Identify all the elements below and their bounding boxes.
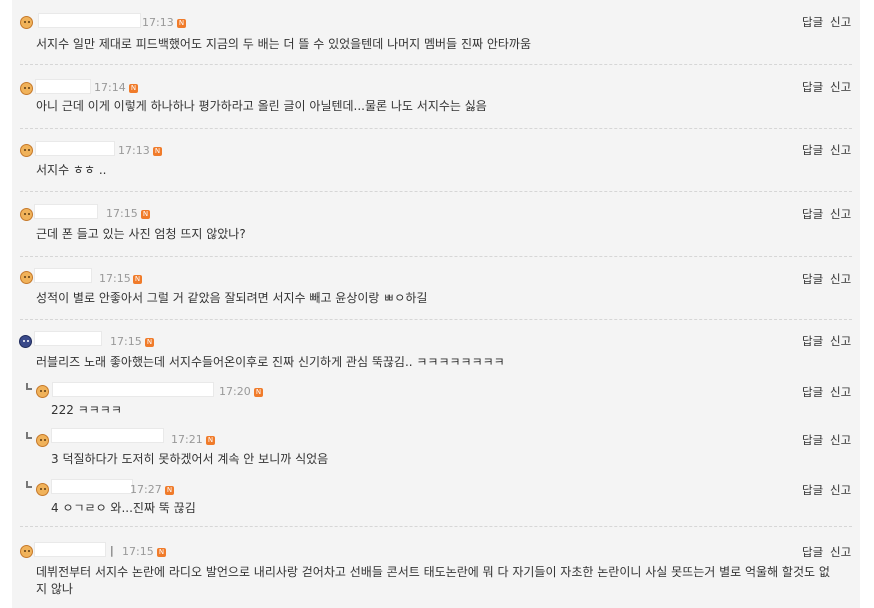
reply-button[interactable]: 답글: [802, 334, 823, 348]
comment-item: 17:15 N 답글 신고 러블리즈 노래 좋아했는데 서지수들어온이후로 진짜…: [12, 319, 860, 377]
author-name[interactable]: [35, 79, 91, 94]
reply-button[interactable]: 답글: [802, 272, 823, 286]
police-icon: [19, 335, 32, 348]
new-badge: N: [133, 275, 142, 284]
comment-text: 서지수 ㅎㅎ ..: [36, 163, 107, 177]
comment-text: 러블리즈 노래 좋아했는데 서지수들어온이후로 진짜 신기하게 관심 뚝끊김..…: [36, 355, 505, 369]
comment-time: 17:13: [118, 144, 150, 157]
boy-icon: [36, 385, 49, 398]
reply-item: 17:27 N 답글 신고 4 ㅇㄱㄹㅇ 와...진짜 뚝 끊김: [12, 475, 860, 526]
reply-arrow-icon: [26, 383, 32, 390]
reply-button[interactable]: 답글: [802, 143, 823, 157]
report-button[interactable]: 신고: [830, 483, 851, 497]
reply-button[interactable]: 답글: [802, 15, 823, 29]
report-button[interactable]: 신고: [830, 272, 851, 286]
report-button[interactable]: 신고: [830, 334, 851, 348]
comment-list: 17:13 N 답글 신고 서지수 일만 제대로 피드백했어도 지금의 두 배는…: [12, 0, 860, 608]
comment-time: 17:15: [99, 272, 131, 285]
report-button[interactable]: 신고: [830, 433, 851, 447]
new-badge: N: [157, 548, 166, 557]
report-button[interactable]: 신고: [830, 545, 851, 559]
new-badge: N: [165, 486, 174, 495]
reply-button[interactable]: 답글: [802, 433, 823, 447]
comment-item: 17:15 N 답글 신고 성적이 별로 안좋아서 그럴 거 같았음 잘되려면 …: [12, 256, 860, 319]
comment-text: 222 ㅋㅋㅋㅋ: [51, 403, 122, 417]
smile-icon: [36, 483, 49, 496]
new-badge: N: [177, 19, 186, 28]
author-name[interactable]: [34, 204, 98, 219]
author-name[interactable]: [38, 13, 141, 28]
reply-item: 17:20 N 답글 신고 222 ㅋㅋㅋㅋ: [12, 377, 860, 425]
comment-text: 성적이 별로 안좋아서 그럴 거 같았음 잘되려면 서지수 빼고 윤상이랑 ㅃㅇ…: [36, 291, 428, 305]
new-badge: N: [129, 84, 138, 93]
reply-button[interactable]: 답글: [802, 207, 823, 221]
author-name[interactable]: [34, 268, 92, 283]
comment-item: | 17:15 N 답글 신고 데뷔전부터 서지수 논란에 라디오 발언으로 내…: [12, 526, 860, 608]
comment-time: 17:15: [110, 335, 142, 348]
comment-time: 17:20: [219, 385, 251, 398]
comment-time: 17:27: [130, 483, 162, 496]
new-badge: N: [141, 210, 150, 219]
comment-time: 17:14: [94, 81, 126, 94]
reply-arrow-icon: [26, 432, 32, 439]
new-badge: N: [153, 147, 162, 156]
comment-time: 17:15: [122, 545, 154, 558]
report-button[interactable]: 신고: [830, 15, 851, 29]
comment-text: 아니 근데 이게 이렇게 하나하나 평가하라고 올린 글이 아닐텐데...물론 …: [36, 99, 487, 113]
new-badge: N: [145, 338, 154, 347]
author-name[interactable]: [52, 382, 214, 397]
boy-icon: [20, 545, 33, 558]
reply-button[interactable]: 답글: [802, 385, 823, 399]
report-button[interactable]: 신고: [830, 143, 851, 157]
reply-button[interactable]: 답글: [802, 80, 823, 94]
comment-item: 17:15 N 답글 신고 근데 폰 들고 있는 사진 엄청 뜨지 않았나?: [12, 191, 860, 256]
boy-icon: [20, 82, 33, 95]
comment-item: 17:14 N 답글 신고 아니 근데 이게 이렇게 하나하나 평가하라고 올린…: [12, 64, 860, 128]
comment-time: 17:13: [142, 16, 174, 29]
smile-icon: [20, 16, 33, 29]
author-name[interactable]: [35, 141, 115, 156]
boy-icon: [20, 271, 33, 284]
author-name[interactable]: [34, 542, 106, 557]
comment-item: 17:13 N 답글 신고 서지수 일만 제대로 피드백했어도 지금의 두 배는…: [12, 0, 860, 62]
comment-text: 서지수 일만 제대로 피드백했어도 지금의 두 배는 더 뜰 수 있었을텐데 나…: [36, 37, 532, 51]
reply-arrow-icon: [26, 481, 32, 488]
comment-text: 데뷔전부터 서지수 논란에 라디오 발언으로 내리사랑 걷어차고 선배들 콘서트…: [36, 565, 830, 596]
author-name[interactable]: [51, 428, 164, 443]
reply-button[interactable]: 답글: [802, 483, 823, 497]
reply-item: 17:21 N 답글 신고 3 덕질하다가 도저히 못하겠어서 계속 안 보니까…: [12, 425, 860, 475]
comment-item: 17:13 N 답글 신고 서지수 ㅎㅎ ..: [12, 128, 860, 191]
author-name[interactable]: [51, 479, 133, 494]
comment-text: 3 덕질하다가 도저히 못하겠어서 계속 안 보니까 식었음: [51, 452, 329, 466]
report-button[interactable]: 신고: [830, 80, 851, 94]
report-button[interactable]: 신고: [830, 385, 851, 399]
boy-icon: [20, 208, 33, 221]
comment-text: 4 ㅇㄱㄹㅇ 와...진짜 뚝 끊김: [51, 501, 196, 515]
name-separator: |: [110, 544, 114, 557]
comment-time: 17:21: [171, 433, 203, 446]
report-button[interactable]: 신고: [830, 207, 851, 221]
comment-text: 근데 폰 들고 있는 사진 엄청 뜨지 않았나?: [36, 227, 246, 241]
boy-icon: [36, 434, 49, 447]
comment-time: 17:15: [106, 207, 138, 220]
new-badge: N: [206, 436, 215, 445]
author-name[interactable]: [34, 331, 102, 346]
new-badge: N: [254, 388, 263, 397]
reply-button[interactable]: 답글: [802, 545, 823, 559]
boy-icon: [20, 144, 33, 157]
